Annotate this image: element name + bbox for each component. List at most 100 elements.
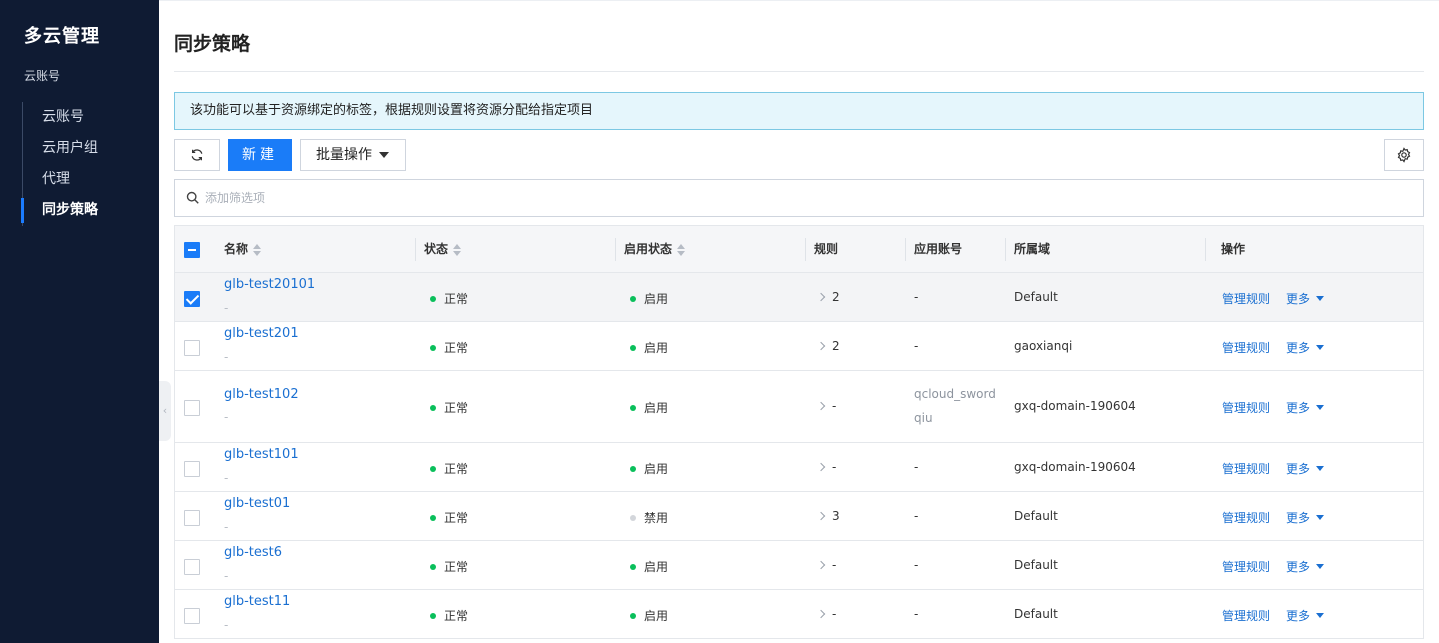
manage-rules-link[interactable]: 管理规则 <box>1222 339 1270 356</box>
rules-cell[interactable]: - <box>816 558 837 572</box>
caret-down-icon <box>1316 296 1325 301</box>
more-dropdown[interactable]: 更多 <box>1286 509 1325 526</box>
more-label: 更多 <box>1286 341 1311 355</box>
table-row[interactable]: glb-test101 - 正常 启用 - - gxq-domain-19060… <box>175 443 1423 492</box>
policy-name-link[interactable]: glb-test01 <box>224 496 290 511</box>
info-notice: 该功能可以基于资源绑定的标签，根据规则设置将资源分配给指定项目 <box>174 92 1424 130</box>
more-dropdown[interactable]: 更多 <box>1286 339 1325 356</box>
policy-name-link[interactable]: glb-test102 <box>224 387 299 402</box>
chevron-right-icon[interactable] <box>816 341 826 350</box>
account-cell: - <box>914 290 919 304</box>
column-header-status[interactable]: 状态 <box>424 226 462 272</box>
domain-cell: gaoxianqi <box>1014 339 1073 353</box>
policy-description: - <box>224 410 229 424</box>
rules-cell[interactable]: - <box>816 399 836 413</box>
table-row[interactable]: glb-test20101 - 正常 启用 2 - Default 管理规则 更… <box>175 273 1423 322</box>
policy-name-link[interactable]: glb-test201 <box>224 326 299 341</box>
more-dropdown[interactable]: 更多 <box>1286 399 1325 416</box>
domain-cell: Default <box>1014 607 1058 621</box>
domain-cell: gxq-domain-190604 <box>1014 460 1136 474</box>
more-dropdown[interactable]: 更多 <box>1286 607 1325 624</box>
settings-button[interactable] <box>1384 139 1424 171</box>
enable-status-text: 启用 <box>644 341 669 355</box>
more-dropdown[interactable]: 更多 <box>1286 290 1325 307</box>
more-label: 更多 <box>1286 292 1311 306</box>
table-row[interactable]: glb-test6 - 正常 启用 - - Default 管理规则 更多 <box>175 541 1423 590</box>
rules-count: - <box>832 558 837 572</box>
sidebar-nav: 云账号 云用户组 代理 同步策略 <box>21 102 159 226</box>
account-cell-wrap: qiu <box>914 411 933 425</box>
rules-cell[interactable]: - <box>816 607 836 621</box>
status-dot-icon <box>430 612 436 619</box>
row-checkbox[interactable] <box>184 559 200 575</box>
table-row[interactable]: glb-test01 - 正常 禁用 3 - Default 管理规则 更多 <box>175 492 1423 541</box>
policy-description: - <box>224 618 229 632</box>
status-dot-icon <box>430 404 436 411</box>
manage-rules-link[interactable]: 管理规则 <box>1222 607 1270 624</box>
column-separator <box>415 238 416 261</box>
batch-actions-dropdown[interactable]: 批量操作 <box>300 139 406 171</box>
rules-cell[interactable]: 2 <box>816 339 840 353</box>
enable-status-cell: 启用 <box>630 558 668 575</box>
select-all-checkbox[interactable] <box>184 242 200 258</box>
manage-rules-link[interactable]: 管理规则 <box>1222 558 1270 575</box>
chevron-right-icon[interactable] <box>816 462 826 471</box>
policy-name-link[interactable]: glb-test6 <box>224 545 282 560</box>
status-cell: 正常 <box>430 558 468 575</box>
rules-count: - <box>832 460 837 474</box>
chevron-right-icon[interactable] <box>816 292 826 301</box>
column-separator <box>905 238 906 261</box>
filter-input[interactable] <box>205 188 1405 208</box>
row-checkbox[interactable] <box>184 291 200 307</box>
row-checkbox[interactable] <box>184 400 200 416</box>
column-separator <box>805 238 806 261</box>
row-checkbox[interactable] <box>184 608 200 624</box>
enable-status-cell: 启用 <box>630 399 668 416</box>
more-label: 更多 <box>1286 511 1311 525</box>
manage-rules-link[interactable]: 管理规则 <box>1222 399 1270 416</box>
policy-name-link[interactable]: glb-test20101 <box>224 277 315 292</box>
status-dot-icon <box>630 295 636 302</box>
filter-bar <box>174 179 1424 217</box>
row-checkbox[interactable] <box>184 510 200 526</box>
new-button[interactable]: 新建 <box>228 139 292 171</box>
chevron-right-icon[interactable] <box>816 560 826 569</box>
column-header-enable-status[interactable]: 启用状态 <box>624 226 686 272</box>
sidebar-item-cloud-account[interactable]: 云账号 <box>23 102 159 133</box>
rules-cell[interactable]: 2 <box>816 290 840 304</box>
policy-name-link[interactable]: glb-test101 <box>224 447 299 462</box>
caret-down-icon <box>1316 466 1325 471</box>
table-row[interactable]: glb-test201 - 正常 启用 2 - gaoxianqi 管理规则 更… <box>175 322 1423 371</box>
chevron-right-icon[interactable] <box>816 609 826 618</box>
sidebar: 多云管理 云账号 云账号 云用户组 代理 同步策略 <box>0 0 159 643</box>
row-checkbox[interactable] <box>184 461 200 477</box>
table-row[interactable]: glb-test11 - 正常 启用 - - Default 管理规则 更多 <box>175 590 1423 639</box>
column-separator <box>1205 238 1206 261</box>
chevron-right-icon[interactable] <box>816 511 826 520</box>
more-label: 更多 <box>1286 609 1311 623</box>
sidebar-collapse-handle[interactable]: ‹ <box>159 381 171 441</box>
sidebar-item-proxy[interactable]: 代理 <box>23 164 159 195</box>
column-separator <box>1005 238 1006 261</box>
table-row[interactable]: glb-test102 - 正常 启用 - qcloud_sword qiu g… <box>175 371 1423 443</box>
account-cell: - <box>914 607 919 621</box>
sidebar-item-cloud-user-group[interactable]: 云用户组 <box>23 133 159 164</box>
rules-cell[interactable]: 3 <box>816 509 840 523</box>
row-checkbox[interactable] <box>184 340 200 356</box>
status-text: 正常 <box>444 401 469 415</box>
column-header-name[interactable]: 名称 <box>224 226 262 272</box>
chevron-right-icon[interactable] <box>816 401 826 410</box>
policy-name-link[interactable]: glb-test11 <box>224 594 290 609</box>
manage-rules-link[interactable]: 管理规则 <box>1222 460 1270 477</box>
sidebar-title: 多云管理 <box>24 26 100 47</box>
manage-rules-link[interactable]: 管理规则 <box>1222 509 1270 526</box>
refresh-button[interactable] <box>174 139 220 171</box>
rules-cell[interactable]: - <box>816 460 837 474</box>
refresh-icon <box>191 149 203 161</box>
status-dot-icon <box>430 514 436 521</box>
more-dropdown[interactable]: 更多 <box>1286 558 1325 575</box>
sidebar-item-sync-policy[interactable]: 同步策略 <box>21 195 159 226</box>
more-label: 更多 <box>1286 462 1311 476</box>
manage-rules-link[interactable]: 管理规则 <box>1222 290 1270 307</box>
more-dropdown[interactable]: 更多 <box>1286 460 1325 477</box>
